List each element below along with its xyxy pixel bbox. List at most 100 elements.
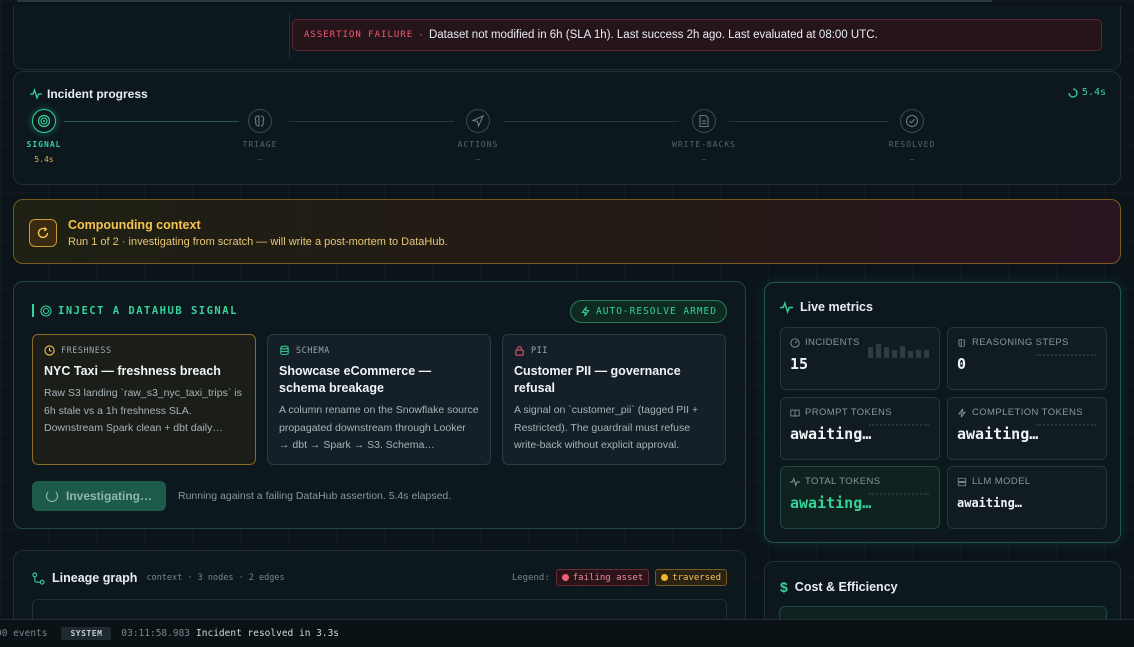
metric-label: INCIDENTS bbox=[805, 337, 860, 348]
signal-card-schema[interactable]: SCHEMA Showcase eCommerce — schema break… bbox=[267, 334, 491, 465]
legend-label: Legend: bbox=[511, 572, 550, 583]
progress-elapsed: 5.4s bbox=[1068, 87, 1106, 98]
signal-description: Raw S3 landing `raw_s3_nyc_taxi_trips` i… bbox=[44, 387, 242, 434]
refresh-icon bbox=[29, 219, 57, 247]
cost-title-row: $ Cost & Efficiency bbox=[780, 579, 898, 595]
step-write-backs[interactable]: WRITE-BACKS – bbox=[659, 109, 749, 164]
progress-title: Incident progress bbox=[47, 87, 148, 101]
inject-signal-panel: INJECT A DATAHUB SIGNAL AUTO-RESOLVE ARM… bbox=[13, 281, 746, 529]
step-duration: – bbox=[909, 155, 915, 164]
clock-icon bbox=[44, 345, 55, 356]
metric-value: awaiting… bbox=[790, 425, 872, 443]
document-icon bbox=[692, 109, 716, 133]
step-duration: 5.4s bbox=[34, 155, 54, 164]
graph-icon bbox=[32, 571, 45, 585]
auto-resolve-armed-badge[interactable]: AUTO-RESOLVE ARMED bbox=[570, 300, 727, 323]
lineage-title-row: Lineage graph context · 3 nodes · 2 edge… bbox=[32, 571, 285, 585]
header-accent-bar bbox=[32, 304, 34, 317]
book-icon bbox=[790, 408, 800, 418]
step-connector bbox=[504, 121, 679, 122]
sparkline-bar bbox=[908, 351, 913, 358]
metric-llm-model: LLM MODEL awaiting… bbox=[947, 466, 1107, 529]
elapsed-value: 5.4s bbox=[1081, 87, 1106, 98]
bolt-icon bbox=[957, 408, 967, 418]
step-label: TRIAGE bbox=[242, 140, 278, 149]
event-source-badge: SYSTEM bbox=[61, 627, 112, 640]
bolt-icon bbox=[580, 306, 591, 317]
send-icon bbox=[466, 109, 490, 133]
live-metrics-panel: Live metrics INCIDENTS 15 REASONING STEP… bbox=[764, 282, 1121, 543]
investigate-button[interactable]: Investigating… bbox=[32, 481, 166, 511]
brain-icon bbox=[248, 109, 272, 133]
compound-subtitle: Run 1 of 2 · investigating from scratch … bbox=[68, 236, 448, 248]
signal-card-freshness[interactable]: FRESHNESS NYC Taxi — freshness breach Ra… bbox=[32, 334, 256, 465]
metric-label: REASONING STEPS bbox=[972, 337, 1069, 348]
pulse-icon bbox=[790, 476, 800, 487]
step-actions[interactable]: ACTIONS – bbox=[433, 109, 523, 164]
sparkline-bar bbox=[900, 346, 905, 358]
progress-title-row: Incident progress bbox=[30, 87, 148, 101]
step-duration: – bbox=[475, 155, 481, 164]
brain-icon bbox=[957, 338, 967, 348]
legend-dot bbox=[661, 574, 669, 581]
signal-title: NYC Taxi — freshness breach bbox=[44, 364, 221, 378]
dollar-icon: $ bbox=[780, 579, 788, 595]
sparkline-bar bbox=[924, 350, 929, 358]
investigation-status: Running against a failing DataHub assert… bbox=[178, 490, 452, 502]
inject-header: INJECT A DATAHUB SIGNAL bbox=[32, 304, 238, 317]
step-signal[interactable]: SIGNAL 5.4s bbox=[0, 109, 89, 164]
assertion-tag: ASSERTION FAILURE bbox=[304, 30, 414, 40]
armed-label: AUTO-RESOLVE ARMED bbox=[596, 306, 717, 317]
spinner-icon bbox=[1068, 87, 1078, 98]
signal-kind: FRESHNESS bbox=[44, 345, 244, 356]
step-label: ACTIONS bbox=[457, 140, 499, 149]
gauge-icon bbox=[790, 337, 800, 348]
step-label: WRITE-BACKS bbox=[672, 140, 736, 149]
signal-kind-label: FRESHNESS bbox=[61, 345, 112, 356]
signal-kind: PII bbox=[514, 345, 714, 356]
sparkline-bar bbox=[892, 350, 897, 358]
event-time: 03:11:58.983 bbox=[121, 628, 191, 639]
step-duration: – bbox=[701, 155, 707, 164]
signal-kind: SCHEMA bbox=[279, 345, 479, 356]
step-label: SIGNAL bbox=[26, 140, 62, 149]
assertion-failure-banner: ASSERTION FAILURE · Dataset not modified… bbox=[292, 19, 1102, 51]
empty-sparkline bbox=[869, 493, 929, 495]
investigate-label: Investigating… bbox=[65, 489, 152, 503]
empty-sparkline bbox=[1036, 424, 1096, 426]
metric-label: TOTAL TOKENS bbox=[805, 476, 881, 487]
incidents-sparkline bbox=[868, 344, 929, 358]
event-count: 00 events bbox=[0, 628, 48, 639]
legend-dot bbox=[561, 574, 569, 581]
event-message: Incident resolved in 3.3s bbox=[196, 628, 340, 639]
legend-text: traversed bbox=[672, 572, 721, 583]
legend-text: failing asset bbox=[572, 572, 644, 583]
signal-title: Showcase eCommerce — schema breakage bbox=[279, 364, 432, 395]
metric-value: awaiting… bbox=[790, 494, 872, 512]
lineage-meta: context · 3 nodes · 2 edges bbox=[146, 573, 285, 583]
radar-icon bbox=[40, 304, 52, 317]
sparkline-bar bbox=[916, 350, 921, 358]
sparkline-bar bbox=[876, 344, 881, 358]
compound-title: Compounding context bbox=[68, 218, 201, 232]
metric-label: COMPLETION TOKENS bbox=[972, 407, 1083, 418]
legend-traversed: traversed bbox=[655, 569, 727, 586]
metric-total-tokens: TOTAL TOKENS awaiting… bbox=[780, 466, 940, 529]
lineage-legend: Legend: failing asset traversed bbox=[512, 569, 727, 586]
step-connector bbox=[729, 121, 889, 122]
metric-reasoning-steps: REASONING STEPS 0 bbox=[947, 327, 1107, 390]
step-resolved[interactable]: RESOLVED – bbox=[867, 109, 957, 164]
signal-kind-label: PII bbox=[531, 345, 548, 356]
step-triage[interactable]: TRIAGE – bbox=[215, 109, 305, 164]
pulse-icon bbox=[780, 300, 793, 314]
lineage-title: Lineage graph bbox=[52, 571, 138, 585]
signal-kind-label: SCHEMA bbox=[296, 345, 330, 356]
server-icon bbox=[957, 477, 967, 487]
metric-completion-tokens: COMPLETION TOKENS awaiting… bbox=[947, 397, 1107, 460]
step-duration: – bbox=[257, 155, 263, 164]
cost-title: Cost & Efficiency bbox=[794, 580, 898, 594]
event-log-bar[interactable]: 00 events SYSTEM 03:11:58.983 Incident r… bbox=[0, 619, 1134, 647]
sparkline-bar bbox=[868, 347, 873, 358]
database-icon bbox=[279, 345, 290, 356]
signal-card-pii[interactable]: PII Customer PII — governance refusal A … bbox=[502, 334, 726, 465]
